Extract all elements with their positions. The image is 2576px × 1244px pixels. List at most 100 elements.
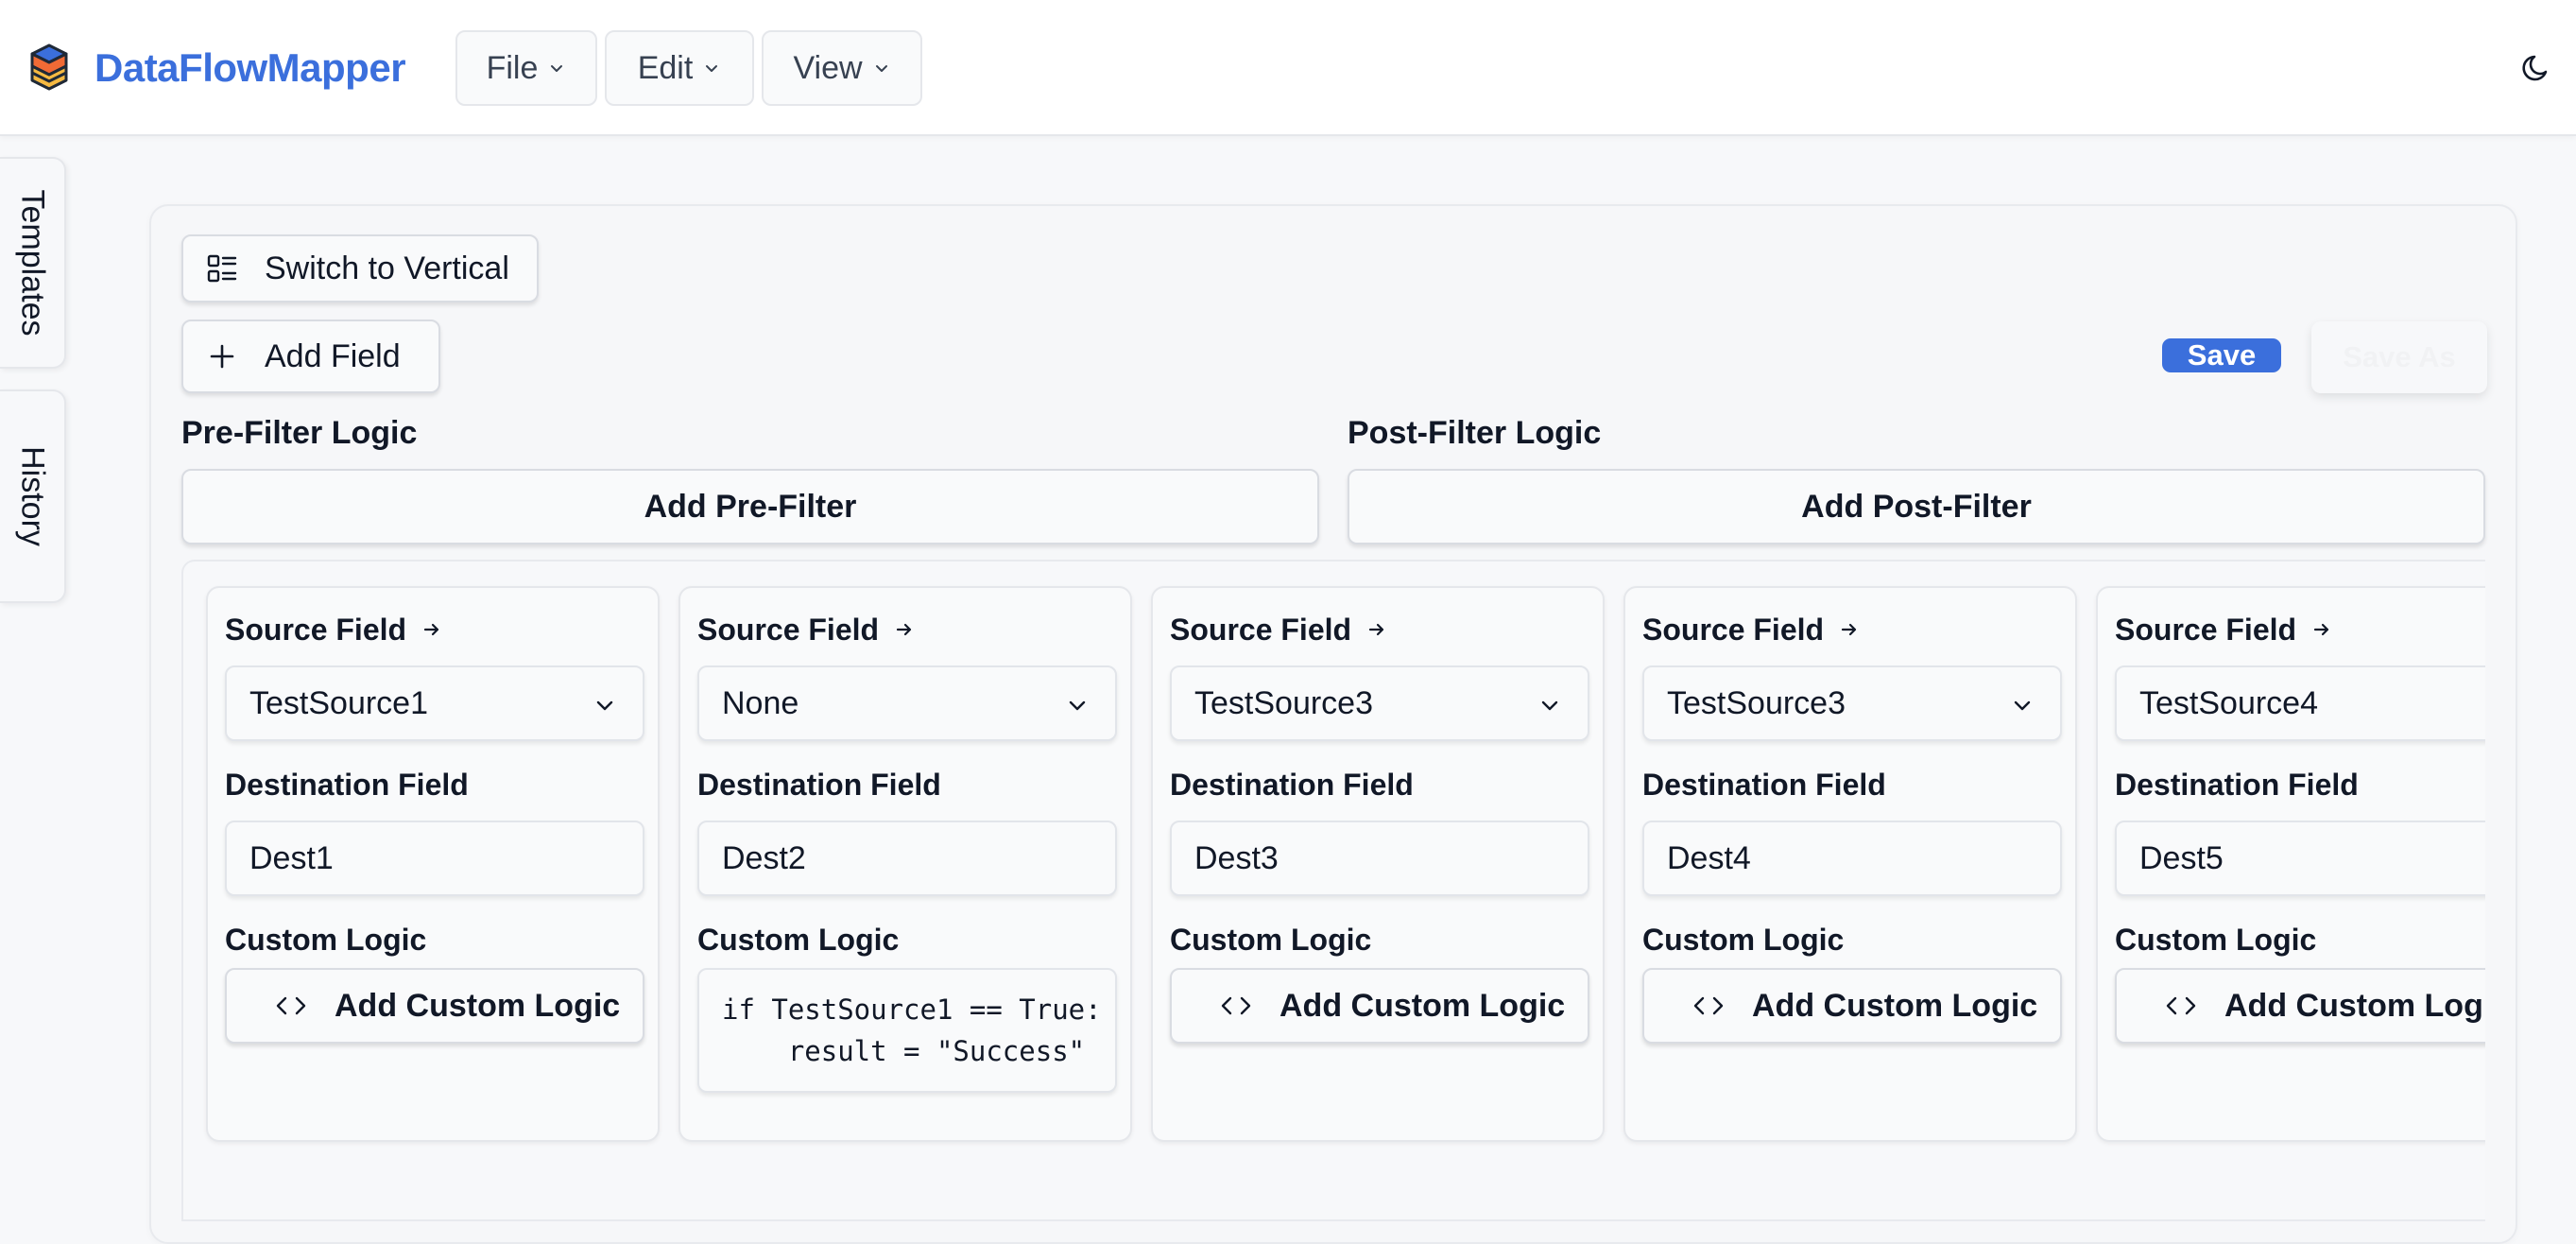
- custom-logic-code[interactable]: if TestSource1 == True: result = "Succes…: [697, 968, 1117, 1093]
- chevron-down-icon: [1541, 700, 1558, 711]
- logo-icon: [30, 43, 68, 91]
- custom-logic-label: Custom Logic: [1642, 923, 1845, 957]
- arrow-right-icon: [896, 623, 912, 636]
- source-field-label-text: Source Field: [1170, 613, 1352, 647]
- code-icon: [1221, 996, 1251, 1015]
- destination-field-label: Destination Field: [1170, 768, 1414, 802]
- mapping-card: Source Field None Destination Field Dest…: [678, 586, 1132, 1142]
- source-field-value: None: [722, 684, 799, 721]
- app-header: DataFlowMapper File Edit View: [0, 0, 2576, 136]
- code-icon: [1693, 996, 1724, 1015]
- chevron-down-icon: [551, 65, 563, 72]
- history-tab[interactable]: History: [0, 389, 66, 603]
- source-field-label-text: Source Field: [697, 613, 880, 647]
- view-menu-button[interactable]: View: [762, 30, 922, 106]
- view-menu-label: View: [793, 49, 863, 86]
- mapping-card: Source Field TestSource3 Destination Fie…: [1151, 586, 1605, 1142]
- add-custom-logic-label: Add Custom Logic: [2224, 987, 2485, 1024]
- source-field-label: Source Field: [225, 609, 442, 650]
- add-custom-logic-button[interactable]: Add Custom Logic: [2115, 968, 2485, 1044]
- destination-field-label: Destination Field: [2115, 768, 2359, 802]
- destination-field-input[interactable]: Dest5: [2115, 821, 2485, 896]
- destination-field-value: Dest2: [722, 839, 806, 876]
- save-button[interactable]: Save: [2162, 338, 2281, 372]
- code-icon: [2166, 996, 2196, 1015]
- switch-vertical-label: Switch to Vertical: [265, 250, 509, 286]
- source-field-value: TestSource4: [2139, 684, 2318, 721]
- arrow-right-icon: [1841, 623, 1857, 636]
- source-field-label: Source Field: [1642, 609, 1860, 650]
- source-field-select[interactable]: TestSource3: [1642, 665, 2062, 741]
- chevron-down-icon: [2483, 694, 2485, 717]
- source-field-select[interactable]: TestSource1: [225, 665, 644, 741]
- add-custom-logic-label: Add Custom Logic: [1752, 987, 2038, 1024]
- destination-field-input[interactable]: Dest1: [225, 821, 644, 896]
- arrow-right-icon: [1368, 623, 1384, 636]
- templates-tab-label: Templates: [14, 189, 51, 337]
- destination-field-input[interactable]: Dest2: [697, 821, 1117, 896]
- history-tab-label: History: [14, 446, 51, 546]
- source-field-value: TestSource3: [1194, 684, 1373, 721]
- code-icon: [276, 996, 306, 1015]
- code-line: result = "Success": [722, 1035, 1086, 1067]
- source-field-label-text: Source Field: [225, 613, 407, 647]
- add-custom-logic-button[interactable]: Add Custom Logic: [1170, 968, 1589, 1044]
- add-field-label: Add Field: [265, 337, 401, 374]
- source-field-select[interactable]: TestSource3: [1170, 665, 1589, 741]
- save-as-button[interactable]: Save As: [2311, 321, 2487, 393]
- destination-field-value: Dest3: [1194, 839, 1279, 876]
- chevron-down-icon: [2014, 700, 2031, 711]
- destination-field-value: Dest5: [2139, 839, 2224, 876]
- app-title[interactable]: DataFlowMapper: [94, 42, 406, 95]
- add-pre-filter-button[interactable]: Add Pre-Filter: [181, 469, 1319, 544]
- source-field-select[interactable]: TestSource4: [2115, 665, 2485, 741]
- custom-logic-label: Custom Logic: [2115, 923, 2317, 957]
- arrow-right-icon: [423, 623, 439, 636]
- mapping-card: Source Field TestSource4 Destination Fie…: [2096, 586, 2485, 1142]
- add-custom-logic-label: Add Custom Logic: [1279, 987, 1566, 1024]
- plus-icon: [210, 344, 234, 369]
- source-field-select[interactable]: None: [697, 665, 1117, 741]
- edit-menu-button[interactable]: Edit: [605, 30, 754, 106]
- chevron-down-icon: [1069, 700, 1086, 711]
- code-line: if TestSource1 == True:: [722, 993, 1102, 1026]
- moon-icon[interactable]: [2519, 51, 2553, 85]
- field-mapping-area: Source Field TestSource1 Destination Fie…: [181, 560, 2485, 1221]
- file-menu-button[interactable]: File: [455, 30, 597, 106]
- add-custom-logic-button[interactable]: Add Custom Logic: [225, 968, 644, 1044]
- custom-logic-label: Custom Logic: [225, 923, 427, 957]
- destination-field-label: Destination Field: [697, 768, 941, 802]
- mapping-card: Source Field TestSource1 Destination Fie…: [206, 586, 660, 1142]
- source-field-label-text: Source Field: [2115, 613, 2297, 647]
- edit-menu-label: Edit: [637, 49, 694, 86]
- source-field-label: Source Field: [1170, 609, 1387, 650]
- chevron-down-icon: [596, 700, 613, 711]
- destination-field-label: Destination Field: [225, 768, 469, 802]
- switch-vertical-button[interactable]: Switch to Vertical: [181, 234, 539, 302]
- source-field-value: TestSource1: [249, 684, 428, 721]
- file-menu-label: File: [486, 49, 539, 86]
- custom-logic-label: Custom Logic: [1170, 923, 1372, 957]
- post-filter-label: Post-Filter Logic: [1348, 415, 1602, 451]
- chevron-down-icon: [875, 65, 887, 72]
- templates-tab[interactable]: Templates: [0, 157, 66, 369]
- source-field-label: Source Field: [2115, 609, 2332, 650]
- source-field-label-text: Source Field: [1642, 613, 1825, 647]
- destination-field-input[interactable]: Dest3: [1170, 821, 1589, 896]
- destination-field-input[interactable]: Dest4: [1642, 821, 2062, 896]
- destination-field-value: Dest4: [1667, 839, 1751, 876]
- destination-field-value: Dest1: [249, 839, 334, 876]
- pre-filter-label: Pre-Filter Logic: [181, 415, 418, 451]
- add-custom-logic-button[interactable]: Add Custom Logic: [1642, 968, 2062, 1044]
- destination-field-label: Destination Field: [1642, 768, 1886, 802]
- add-post-filter-button[interactable]: Add Post-Filter: [1348, 469, 2485, 544]
- arrow-right-icon: [2313, 623, 2329, 636]
- add-field-button[interactable]: Add Field: [181, 320, 440, 393]
- custom-logic-label: Custom Logic: [697, 923, 900, 957]
- source-field-label: Source Field: [697, 609, 915, 650]
- chevron-down-icon: [706, 65, 718, 72]
- mapping-card: Source Field TestSource3 Destination Fie…: [1623, 586, 2077, 1142]
- add-custom-logic-label: Add Custom Logic: [335, 987, 621, 1024]
- layout-list-icon: [207, 254, 237, 283]
- source-field-value: TestSource3: [1667, 684, 1846, 721]
